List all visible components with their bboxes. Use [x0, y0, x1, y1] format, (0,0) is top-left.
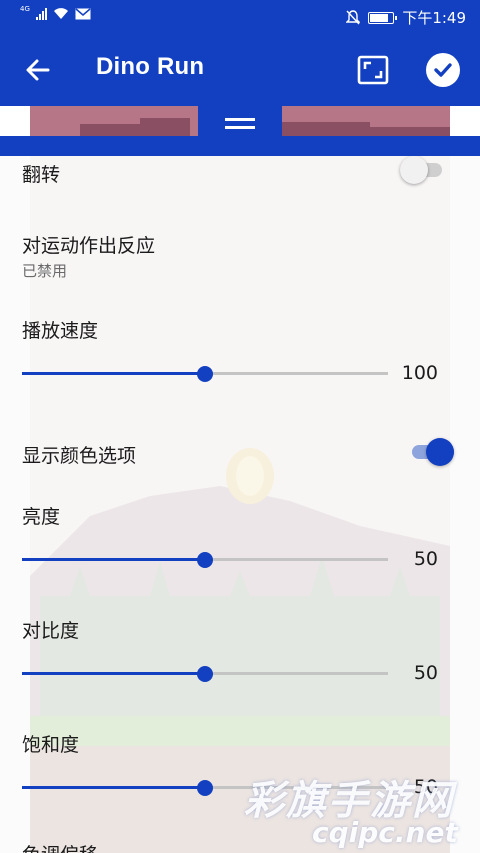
slider-fill	[22, 372, 205, 375]
slider-fill	[22, 558, 205, 561]
status-bar-right: 下午1:49	[346, 7, 466, 28]
flip-label: 翻转	[22, 164, 61, 186]
check-icon	[434, 63, 452, 77]
app-bar: Dino Run	[0, 32, 480, 106]
wifi-icon	[53, 8, 68, 19]
playback-speed-value: 100	[401, 362, 438, 384]
fit-screen-button[interactable]	[354, 52, 392, 88]
mail-icon	[75, 7, 91, 19]
battery-icon	[368, 11, 398, 24]
status-bar-left: 4G	[20, 4, 91, 20]
settings-panel: 翻转 对运动作出反应 已禁用 播放速度 100 显示颜色选项 亮度 50 对比度…	[0, 156, 480, 853]
confirm-button[interactable]	[426, 53, 460, 87]
signal-icon	[35, 7, 47, 20]
fit-screen-icon	[357, 55, 389, 85]
watermark-url: cqipc.net	[312, 816, 458, 849]
notifications-off-icon	[346, 10, 361, 25]
slider-thumb[interactable]	[197, 365, 213, 382]
contrast-slider[interactable]	[22, 665, 388, 682]
slider-fill	[22, 786, 205, 789]
drag-handle[interactable]	[198, 106, 282, 146]
color-options-label: 显示颜色选项	[22, 445, 137, 467]
status-bar: 4G 下午1:49	[0, 0, 480, 32]
slider-fill	[22, 672, 205, 675]
app-title: Dino Run	[96, 53, 205, 80]
arrow-back-icon	[26, 59, 50, 81]
slider-thumb[interactable]	[197, 779, 213, 796]
saturation-label: 饱和度	[22, 734, 80, 756]
brightness-value: 50	[413, 548, 438, 570]
hue-shift-label: 色调偏移	[22, 840, 98, 853]
brightness-slider[interactable]	[22, 551, 388, 568]
network-type: 4G	[20, 4, 30, 13]
motion-label[interactable]: 对运动作出反应	[22, 231, 155, 258]
clock: 下午1:49	[402, 9, 466, 27]
slider-thumb[interactable]	[197, 551, 213, 568]
playback-speed-slider[interactable]	[22, 365, 388, 382]
color-options-switch[interactable]	[412, 438, 454, 466]
slider-thumb[interactable]	[197, 665, 213, 682]
flip-switch[interactable]	[400, 156, 442, 184]
brightness-label: 亮度	[22, 506, 61, 528]
contrast-value: 50	[413, 662, 438, 684]
contrast-label: 对比度	[22, 620, 80, 642]
motion-status: 已禁用	[22, 262, 68, 280]
back-button[interactable]	[20, 52, 56, 88]
playback-speed-label: 播放速度	[22, 320, 99, 342]
